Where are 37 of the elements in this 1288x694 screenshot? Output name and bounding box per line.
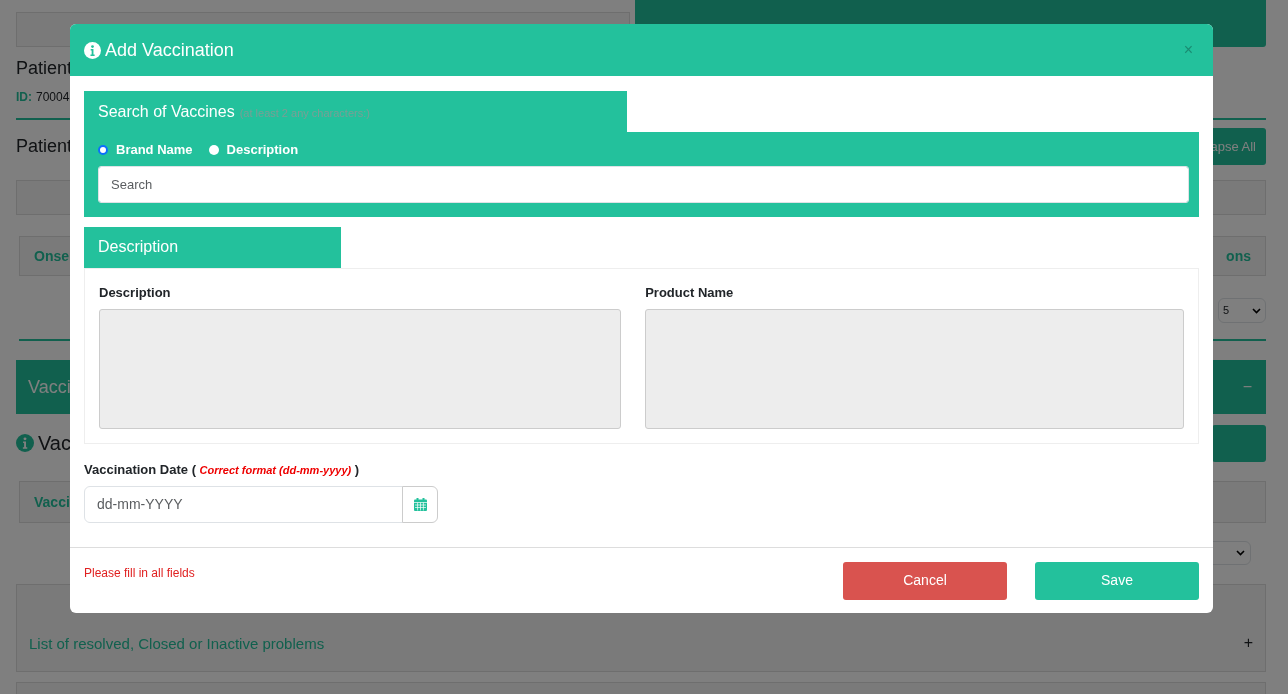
radio-label[interactable]: Description xyxy=(226,140,299,160)
id-label: ID: xyxy=(16,89,32,106)
panel-subtitle: List of resolved, Closed or Inactive problems xyxy=(29,633,325,654)
calendar-icon xyxy=(413,498,427,512)
cancel-button[interactable]: Cancel xyxy=(843,561,1007,600)
collapse-toggle[interactable]: − xyxy=(1242,375,1252,399)
info-icon xyxy=(84,41,101,59)
field-label: Description xyxy=(99,283,172,302)
date-label: Vaccination Date ( Correct format (dd-mm-yyyy) ) xyxy=(84,461,360,479)
info-icon xyxy=(16,434,34,452)
column-header: Onse xyxy=(34,246,69,266)
error-message: Please fill in all fields xyxy=(84,564,195,582)
save-button[interactable]: Save xyxy=(1035,561,1199,600)
close-button[interactable]: × xyxy=(1183,42,1193,58)
id-value: 70004 xyxy=(36,89,70,106)
expand-toggle[interactable]: + xyxy=(1243,631,1253,655)
column-header: Vacci xyxy=(34,492,70,512)
add-button[interactable] xyxy=(1212,424,1266,462)
chevron-down-icon xyxy=(1236,550,1245,556)
patient-label: Patient xyxy=(16,57,73,80)
radio-button[interactable] xyxy=(208,144,219,155)
modal-title: Add Vaccination xyxy=(105,38,234,62)
section-title: Description xyxy=(98,237,179,257)
section-label: Patient xyxy=(16,135,73,158)
section-title: Search of Vaccines xyxy=(98,101,235,122)
page-size-select[interactable]: 5 xyxy=(1218,298,1266,323)
radio-button[interactable] xyxy=(98,144,108,155)
calendar-button[interactable] xyxy=(402,485,438,523)
field-label: Product Name xyxy=(645,283,735,302)
info-text: Vac xyxy=(38,431,71,456)
panel-title: Vacci xyxy=(28,375,71,399)
date-field[interactable]: dd-mm-YYYY xyxy=(84,485,403,523)
column-header: ons xyxy=(1226,246,1251,266)
chevron-down-icon xyxy=(1252,307,1261,314)
search-field[interactable]: Search xyxy=(98,165,1189,203)
search-hint: (at least 2 any characters:) xyxy=(239,105,370,121)
radio-label[interactable]: Brand Name xyxy=(116,140,193,160)
